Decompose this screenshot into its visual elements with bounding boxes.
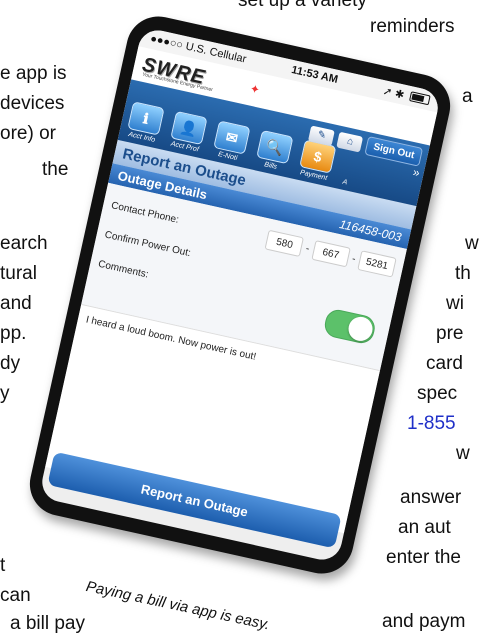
separator: - bbox=[351, 253, 357, 265]
article-text: tural bbox=[0, 263, 37, 284]
article-text: enter the bbox=[386, 547, 461, 568]
article-link[interactable]: 1-855 bbox=[407, 413, 456, 435]
article-text: w bbox=[465, 233, 479, 254]
account-profile-icon: 👤 bbox=[170, 110, 208, 146]
article-text: the bbox=[42, 159, 69, 180]
article-text: ore) or bbox=[0, 123, 56, 144]
article-text: y bbox=[0, 383, 10, 404]
article-text: dy bbox=[0, 353, 21, 374]
nav-label: A bbox=[341, 178, 348, 187]
article-text: pre bbox=[436, 323, 464, 344]
image-caption: Paying a bill via app is easy. bbox=[84, 578, 272, 634]
nav-next-arrow-icon[interactable]: » bbox=[412, 165, 422, 180]
article-text: reminders bbox=[370, 16, 455, 37]
separator: - bbox=[304, 242, 311, 255]
article-text: devices bbox=[0, 93, 65, 114]
nav-bills[interactable]: 🔍 Bills bbox=[251, 129, 296, 173]
article-text: an aut bbox=[398, 517, 451, 538]
article-text: w bbox=[456, 443, 470, 464]
home-icon[interactable]: ⌂ bbox=[336, 131, 364, 153]
article-text: t bbox=[0, 555, 6, 576]
article-text: a bill pay bbox=[10, 613, 85, 634]
status-icons: ➚ ✱ bbox=[381, 84, 406, 102]
phone-mockup: ●●●○○ U.S. Cellular 11:53 AM ➚ ✱ SWRE Yo… bbox=[23, 10, 457, 580]
article-text: e app is bbox=[0, 63, 67, 84]
nav-more[interactable]: A bbox=[337, 176, 353, 188]
account-info-icon: ℹ bbox=[127, 101, 165, 136]
nav-e-noti[interactable]: ✉ E-Noti bbox=[208, 120, 253, 164]
nav-acct-prof[interactable]: 👤 Acct Prof bbox=[165, 110, 210, 154]
toggle-knob bbox=[346, 314, 375, 344]
article-text: spec bbox=[417, 383, 458, 404]
article-text: answer bbox=[400, 487, 462, 508]
edit-icon[interactable]: ✎ bbox=[308, 125, 336, 146]
nav-label: Bills bbox=[263, 161, 278, 171]
article-text: th bbox=[455, 263, 471, 284]
article-text: card bbox=[426, 353, 463, 374]
phone-line-field[interactable]: 5281 bbox=[357, 250, 397, 278]
article-text: wi bbox=[446, 293, 464, 314]
phone-screen: ●●●○○ U.S. Cellular 11:53 AM ➚ ✱ SWRE Yo… bbox=[38, 26, 442, 564]
article-text: set up a variety bbox=[238, 0, 367, 11]
nav-acct-info[interactable]: ℹ Acct Info bbox=[122, 101, 167, 145]
envelope-icon: ✉ bbox=[213, 120, 251, 155]
battery-icon bbox=[408, 91, 431, 106]
article-text: and bbox=[0, 293, 32, 314]
phone-area-code-field[interactable]: 580 bbox=[264, 229, 305, 258]
kids-logo-icon: ✦ bbox=[248, 81, 262, 98]
article-text: and paym bbox=[382, 611, 466, 632]
article-text: earch bbox=[0, 233, 48, 254]
magnifier-icon: 🔍 bbox=[256, 129, 294, 165]
article-text: can bbox=[0, 585, 31, 606]
phone-prefix-field[interactable]: 667 bbox=[311, 240, 351, 268]
article-text: a bbox=[462, 86, 473, 107]
article-text: pp. bbox=[0, 323, 27, 344]
comments-label: Comments: bbox=[97, 258, 150, 281]
